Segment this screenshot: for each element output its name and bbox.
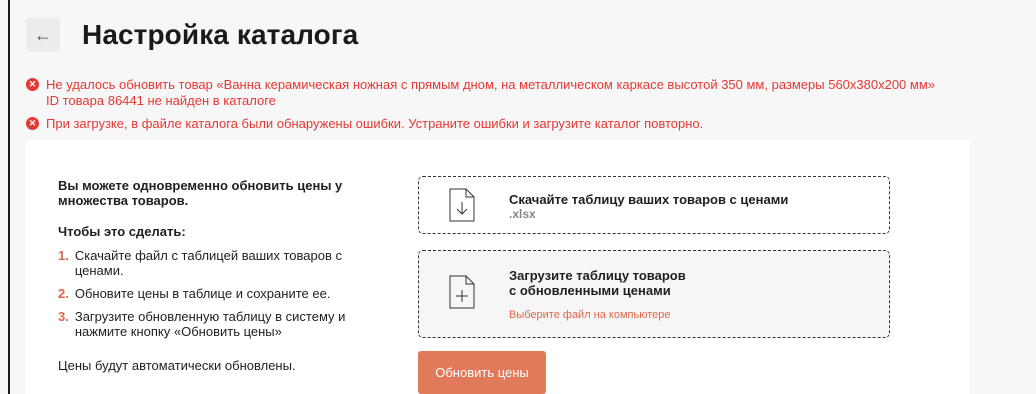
- step-item: 3. Загрузите обновленную таблицу в систе…: [58, 309, 388, 339]
- upload-table-box[interactable]: Загрузите таблицу товаров с обновленными…: [418, 250, 890, 338]
- steps-heading: Чтобы это сделать:: [58, 224, 186, 239]
- intro-text: Вы можете одновременно обновить цены у м…: [58, 178, 343, 208]
- download-file-icon: [449, 188, 475, 222]
- error-text: При загрузке, в файле каталога были обна…: [46, 116, 704, 131]
- upload-title-line1: Загрузите таблицу товаров: [509, 268, 686, 283]
- window-border: [8, 0, 10, 394]
- auto-update-note: Цены будут автоматически обновлены.: [58, 358, 296, 373]
- choose-file-link[interactable]: Выберите файл на компьютере: [509, 309, 671, 321]
- page-title: Настройка каталога: [82, 19, 359, 50]
- step-number: 3.: [58, 309, 69, 324]
- step-text: Загрузите обновленную таблицу в систему …: [74, 309, 346, 339]
- arrow-left-icon: ←: [34, 24, 52, 45]
- price-update-card: Вы можете одновременно обновить цены у м…: [26, 140, 970, 394]
- page-header: ← Настройка каталога: [26, 18, 358, 52]
- step-text: Обновите цены в таблице и сохраните ее.: [74, 286, 331, 301]
- upload-title: Загрузите таблицу товаров с обновленными…: [509, 268, 686, 298]
- step-item: 2. Обновите цены в таблице и сохраните е…: [58, 286, 388, 301]
- step-number: 1.: [58, 248, 69, 263]
- download-table-box[interactable]: Скачайте таблицу ваших товаров с ценами …: [418, 176, 890, 234]
- step-item: 1. Скачайте файл с таблицей ваших товаро…: [58, 248, 388, 278]
- upload-file-icon: [449, 275, 475, 309]
- error-text-detail: ID товара 86441 не найден в каталоге: [46, 93, 276, 108]
- download-format: .xlsx: [509, 207, 536, 221]
- step-number: 2.: [58, 286, 69, 301]
- step-text: Скачайте файл с таблицей ваших товаров с…: [74, 248, 343, 278]
- back-button[interactable]: ←: [26, 18, 60, 52]
- update-prices-button[interactable]: Обновить цены: [418, 351, 546, 394]
- error-icon: ✕: [26, 117, 39, 130]
- steps-list: 1. Скачайте файл с таблицей ваших товаро…: [58, 248, 388, 347]
- upload-title-line2: с обновленными ценами: [509, 283, 671, 298]
- error-message: ✕ При загрузке, в файле каталога были об…: [26, 116, 703, 132]
- error-text: Не удалось обновить товар «Ванна керамич…: [46, 77, 936, 92]
- download-title: Скачайте таблицу ваших товаров с ценами: [509, 192, 789, 207]
- error-message: ✕ Не удалось обновить товар «Ванна керам…: [26, 77, 935, 109]
- error-icon: ✕: [26, 78, 39, 91]
